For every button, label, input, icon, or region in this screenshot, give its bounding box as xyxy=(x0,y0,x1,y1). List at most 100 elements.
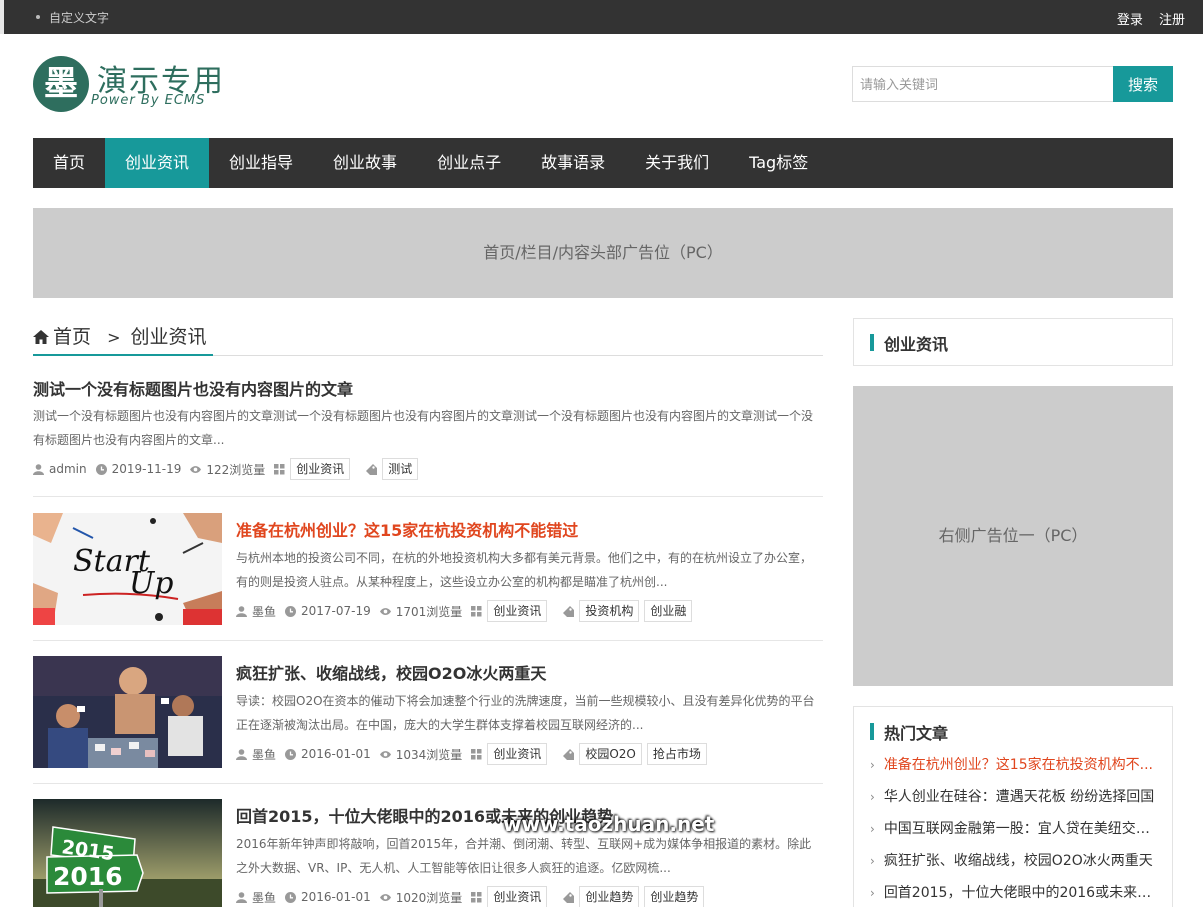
search-input[interactable] xyxy=(852,66,1113,102)
category-icon xyxy=(471,748,482,759)
hot-article-item[interactable]: › 华人创业在硅谷：遭遇天花板 纷纷选择回国 xyxy=(870,785,1160,817)
chevron-right-icon: › xyxy=(870,790,875,804)
article-author: 墨鱼 xyxy=(252,890,277,905)
article-thumbnail[interactable] xyxy=(33,656,222,768)
article-item: Start Up 准备在杭州创业？这15家在杭投资机构不能错过 与杭州本地的投资… xyxy=(33,513,823,641)
article-thumbnail[interactable]: Start Up xyxy=(33,513,222,625)
breadcrumb-current[interactable]: 创业资讯 xyxy=(131,326,207,348)
sidebar-category-box: 创业资讯 xyxy=(853,318,1173,366)
article-tag[interactable]: 投资机构 xyxy=(579,600,640,622)
article-category[interactable]: 创业资讯 xyxy=(487,743,548,765)
campus-party-image xyxy=(33,656,222,768)
hot-article-item[interactable]: › 准备在杭州创业？这15家在杭投资机构不... xyxy=(870,753,1160,785)
article-author: 墨鱼 xyxy=(252,747,277,762)
bullet-icon xyxy=(36,14,40,19)
site-logo[interactable]: 墨 演示专用 Power By ECMS xyxy=(33,56,223,114)
article-meta: 墨鱼 2017-07-19 1701浏览量 创业资讯 投资机构 创业融 xyxy=(236,599,697,623)
hot-article-item[interactable]: › 中国互联网金融第一股：宜人贷在美纽交所... xyxy=(870,817,1160,849)
startup-hands-image: Start Up xyxy=(33,513,222,625)
tag-icon xyxy=(563,891,575,903)
article-date: 2019-11-19 xyxy=(111,462,182,476)
watermark: www.taozhuan.net xyxy=(503,812,715,836)
title-accent-bar xyxy=(870,723,874,740)
home-icon xyxy=(33,330,49,344)
article-title[interactable]: 疯狂扩张、收缩战线，校园O2O冰火两重天 xyxy=(236,660,546,684)
logo-seal-icon: 墨 xyxy=(33,56,89,112)
article-date: 2016-01-01 xyxy=(301,747,371,761)
article-meta: 墨鱼 2016-01-01 1020浏览量 创业资讯 创业趋势 创业趋势 xyxy=(236,885,709,907)
hot-article-item[interactable]: › 疯狂扩张、收缩战线，校园O2O冰火两重天 xyxy=(870,849,1160,881)
custom-text: 自定义文字 xyxy=(36,9,109,26)
article-tag[interactable]: 测试 xyxy=(382,458,419,480)
user-icon xyxy=(236,891,247,903)
road-sign-image: 2015 2016 xyxy=(33,799,222,907)
eye-icon xyxy=(379,893,391,901)
chevron-right-icon: › xyxy=(870,886,875,900)
clock-icon xyxy=(285,891,297,903)
nav-item-tags[interactable]: Tag标签 xyxy=(729,138,828,188)
ad-banner-side[interactable]: 右侧广告位一（PC） xyxy=(853,386,1173,686)
account-links: 登录 注册 xyxy=(1105,9,1185,28)
hot-articles-title: 热门文章 xyxy=(884,724,949,743)
top-bar: 自定义文字 登录 注册 xyxy=(0,0,1203,34)
article-tag[interactable]: 创业趋势 xyxy=(644,886,705,907)
article-title[interactable]: 准备在杭州创业？这15家在杭投资机构不能错过 xyxy=(236,517,578,541)
breadcrumb: 首页 > 创业资讯 xyxy=(33,322,823,356)
nav-item-guide[interactable]: 创业指导 xyxy=(209,138,313,188)
article-tag[interactable]: 抢占市场 xyxy=(646,743,707,765)
article-category[interactable]: 创业资讯 xyxy=(290,458,351,480)
main-nav: 首页 创业资讯 创业指导 创业故事 创业点子 故事语录 关于我们 Tag标签 xyxy=(33,138,1173,188)
hot-articles-box: 热门文章 › 准备在杭州创业？这15家在杭投资机构不... › 华人创业在硅谷：遭遇… xyxy=(853,706,1173,907)
nav-item-quotes[interactable]: 故事语录 xyxy=(521,138,625,188)
eye-icon xyxy=(190,465,202,473)
article-date: 2016-01-01 xyxy=(301,890,371,904)
article-tag[interactable]: 创业融 xyxy=(644,600,693,622)
sidebar-category-title: 创业资讯 xyxy=(884,335,949,354)
chevron-right-icon: › xyxy=(870,854,875,868)
article-views: 1701浏览量 xyxy=(395,604,463,619)
clock-icon xyxy=(95,463,107,475)
article-summary: 导读：校园O2O在资本的催动下将会加速整个行业的洗牌速度，当前一些规模较小、且没… xyxy=(236,694,815,732)
thumb-text-2016: 2016 xyxy=(53,862,123,891)
article-item: 测试一个没有标题图片也没有内容图片的文章 测试一个没有标题图片也没有内容图片的文… xyxy=(33,374,823,497)
register-link[interactable]: 注册 xyxy=(1159,13,1185,28)
article-summary: 与杭州本地的投资公司不同，在杭的外地投资机构大多都有美元背景。他们之中，有的在杭… xyxy=(236,551,813,589)
article-tag[interactable]: 创业趋势 xyxy=(579,886,640,907)
article-summary: 测试一个没有标题图片也没有内容图片的文章测试一个没有标题图片也没有内容图片的文章… xyxy=(33,409,814,447)
thumb-text-up: Up xyxy=(129,566,174,601)
chevron-right-icon: › xyxy=(870,758,875,772)
user-icon xyxy=(236,605,247,617)
article-tag[interactable]: 校园O2O xyxy=(579,743,642,765)
article-thumbnail[interactable]: 2015 2016 xyxy=(33,799,222,907)
article-category[interactable]: 创业资讯 xyxy=(487,600,548,622)
article-meta: admin 2019-11-19 122浏览量 创业资讯 测试 xyxy=(33,457,423,481)
clock-icon xyxy=(285,748,297,760)
login-link[interactable]: 登录 xyxy=(1117,13,1143,28)
tag-icon xyxy=(366,463,378,475)
article-views: 1034浏览量 xyxy=(395,747,463,762)
nav-item-ideas[interactable]: 创业点子 xyxy=(417,138,521,188)
tag-icon xyxy=(563,605,575,617)
user-icon xyxy=(236,748,247,760)
hot-article-item[interactable]: › 回首2015，十位大佬眼中的2016或未来的... xyxy=(870,881,1160,907)
category-icon xyxy=(274,463,285,474)
article-meta: 墨鱼 2016-01-01 1034浏览量 创业资讯 校园O2O 抢占市场 xyxy=(236,742,712,766)
ad-banner-top[interactable]: 首页/栏目/内容头部广告位（PC） xyxy=(33,208,1173,298)
breadcrumb-separator: > xyxy=(107,328,121,347)
article-category[interactable]: 创业资讯 xyxy=(487,886,548,907)
search-button[interactable]: 搜索 xyxy=(1113,66,1173,102)
nav-item-about[interactable]: 关于我们 xyxy=(625,138,729,188)
tag-icon xyxy=(563,748,575,760)
article-title[interactable]: 测试一个没有标题图片也没有内容图片的文章 xyxy=(33,376,353,400)
category-icon xyxy=(471,891,482,902)
nav-item-home[interactable]: 首页 xyxy=(33,138,105,188)
title-accent-bar xyxy=(870,334,874,351)
search-box: 搜索 xyxy=(852,66,1173,102)
article-views: 1020浏览量 xyxy=(395,890,463,905)
nav-item-news[interactable]: 创业资讯 xyxy=(105,138,210,188)
nav-item-stories[interactable]: 创业故事 xyxy=(313,138,417,188)
article-author: admin xyxy=(49,462,87,476)
eye-icon xyxy=(379,607,391,615)
eye-icon xyxy=(379,750,391,758)
breadcrumb-home[interactable]: 首页 xyxy=(53,326,91,348)
